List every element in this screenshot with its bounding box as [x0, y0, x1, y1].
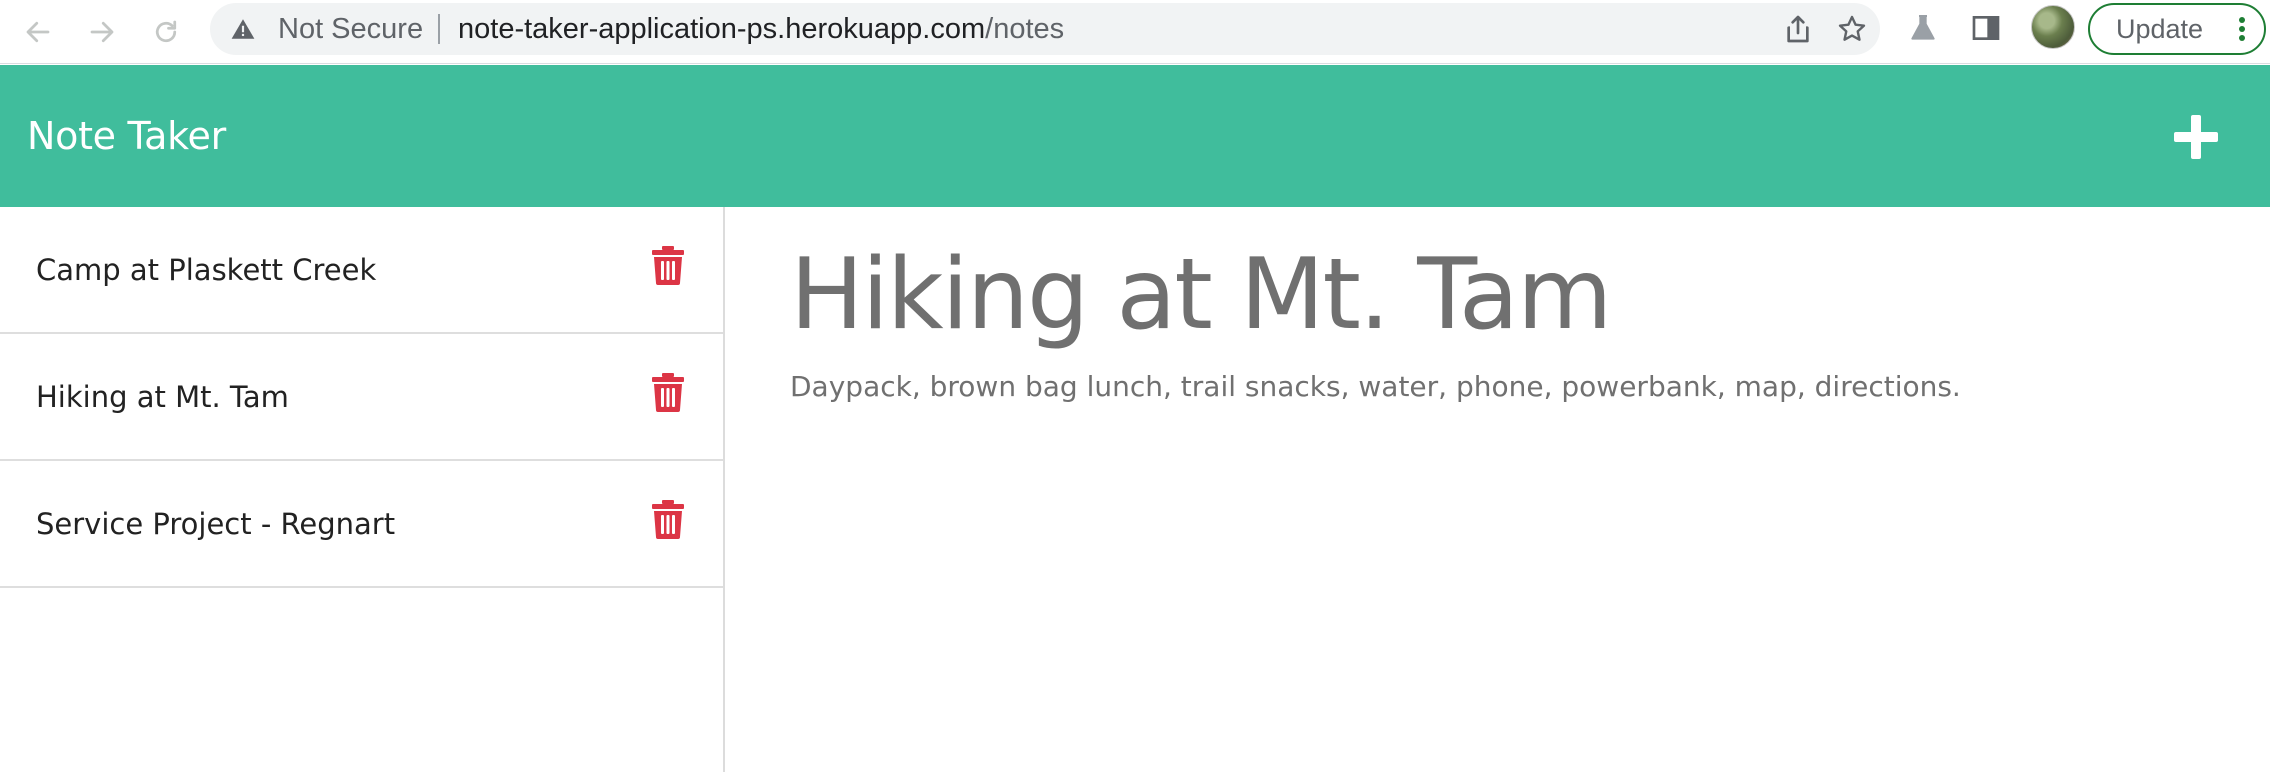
forward-button[interactable]: [80, 10, 124, 54]
app-navbar: Note Taker: [0, 65, 2270, 207]
note-title-input[interactable]: Hiking at Mt. Tam: [790, 235, 1612, 355]
address-divider: [438, 14, 440, 44]
note-list-title[interactable]: Camp at Plaskett Creek: [36, 207, 376, 334]
labs-button[interactable]: [1905, 10, 1941, 46]
url-host: note-taker-application-ps.herokuapp.com: [458, 13, 986, 45]
update-label: Update: [2116, 14, 2204, 44]
arrow-right-icon: [90, 21, 114, 43]
note-text-area[interactable]: Daypack, brown bag lunch, trail snacks, …: [790, 367, 1961, 407]
side-panel-icon: [1972, 16, 2000, 40]
note-list-title[interactable]: Service Project - Regnart: [36, 461, 395, 588]
trash-icon[interactable]: [651, 372, 685, 412]
list-item[interactable]: Hiking at Mt. Tam: [0, 334, 723, 461]
profile-avatar[interactable]: [2031, 5, 2075, 49]
trash-icon[interactable]: [651, 245, 685, 285]
note-editor: Hiking at Mt. Tam Daypack, brown bag lun…: [727, 207, 2270, 772]
notes-list: Camp at Plaskett Creek Hiking at Mt. Tam…: [0, 207, 725, 772]
share-icon[interactable]: [1782, 13, 1814, 45]
kebab-menu-icon[interactable]: [2238, 17, 2246, 43]
reload-icon: [155, 20, 177, 43]
security-status[interactable]: Not Secure: [278, 3, 423, 55]
address-bar[interactable]: Not Secure note-taker-application-ps.her…: [210, 3, 1880, 55]
list-item[interactable]: Service Project - Regnart: [0, 461, 723, 588]
star-icon[interactable]: [1836, 13, 1868, 45]
reload-button[interactable]: [144, 10, 188, 54]
list-item[interactable]: Camp at Plaskett Creek: [0, 207, 723, 334]
trash-icon[interactable]: [651, 499, 685, 539]
url-path: /notes: [985, 13, 1065, 45]
browser-toolbar: Not Secure note-taker-application-ps.her…: [0, 0, 2270, 64]
back-button[interactable]: [16, 10, 60, 54]
app-brand[interactable]: Note Taker: [27, 65, 226, 207]
warning-triangle-icon: [231, 19, 255, 39]
plus-icon[interactable]: [2170, 111, 2222, 163]
side-panel-button[interactable]: [1968, 10, 2004, 46]
url-text[interactable]: note-taker-application-ps.herokuapp.com/…: [458, 3, 1064, 55]
update-button[interactable]: Update: [2088, 3, 2266, 55]
note-list-title[interactable]: Hiking at Mt. Tam: [36, 334, 289, 461]
arrow-left-icon: [26, 21, 50, 43]
flask-icon: [1911, 15, 1935, 40]
